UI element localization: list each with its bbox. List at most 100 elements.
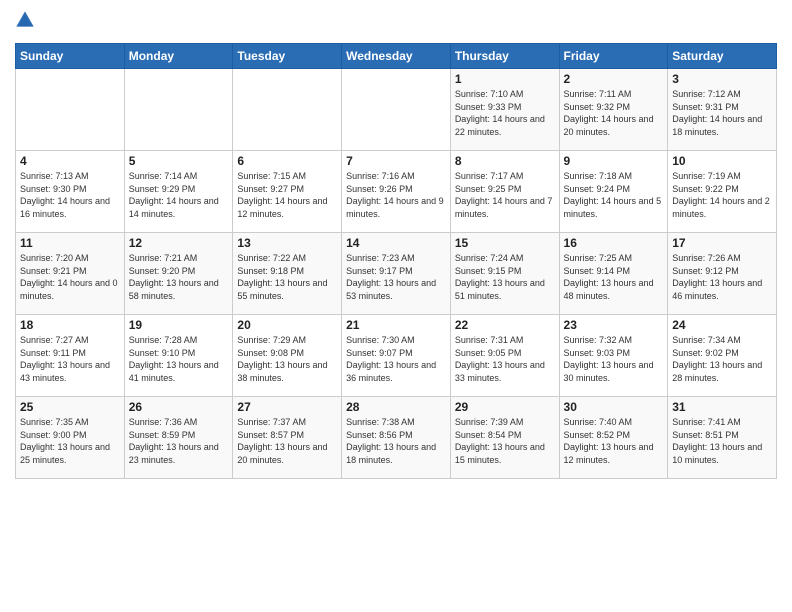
header-area xyxy=(15,10,777,35)
calendar-cell: 14 Sunrise: 7:23 AMSunset: 9:17 PMDayligh… xyxy=(342,233,451,315)
calendar-cell: 29 Sunrise: 7:39 AMSunset: 8:54 PMDayligh… xyxy=(450,397,559,479)
day-info: Sunrise: 7:39 AMSunset: 8:54 PMDaylight:… xyxy=(455,416,555,466)
calendar-cell: 9 Sunrise: 7:18 AMSunset: 9:24 PMDaylight… xyxy=(559,151,668,233)
day-info: Sunrise: 7:35 AMSunset: 9:00 PMDaylight:… xyxy=(20,416,120,466)
day-number: 18 xyxy=(20,318,120,332)
day-number: 20 xyxy=(237,318,337,332)
day-number: 26 xyxy=(129,400,229,414)
day-info: Sunrise: 7:22 AMSunset: 9:18 PMDaylight:… xyxy=(237,252,337,302)
calendar-week-4: 18Sunrise: 7:27 AMSunset: 9:11 PMDayligh… xyxy=(16,315,777,397)
calendar-cell xyxy=(16,69,125,151)
day-info: Sunrise: 7:36 AMSunset: 8:59 PMDaylight:… xyxy=(129,416,229,466)
calendar-cell: 31 Sunrise: 7:41 AMSunset: 8:51 PMDayligh… xyxy=(668,397,777,479)
weekday-header-saturday: Saturday xyxy=(668,44,777,69)
day-number: 4 xyxy=(20,154,120,168)
calendar-cell: 23 Sunrise: 7:32 AMSunset: 9:03 PMDayligh… xyxy=(559,315,668,397)
calendar-cell: 12 Sunrise: 7:21 AMSunset: 9:20 PMDayligh… xyxy=(124,233,233,315)
day-number: 2 xyxy=(564,72,664,86)
day-info: Sunrise: 7:23 AMSunset: 9:17 PMDaylight:… xyxy=(346,252,446,302)
calendar-table: SundayMondayTuesdayWednesdayThursdayFrid… xyxy=(15,43,777,479)
weekday-header-friday: Friday xyxy=(559,44,668,69)
day-info: Sunrise: 7:14 AMSunset: 9:29 PMDaylight:… xyxy=(129,170,229,220)
calendar-cell: 30 Sunrise: 7:40 AMSunset: 8:52 PMDayligh… xyxy=(559,397,668,479)
day-info: Sunrise: 7:18 AMSunset: 9:24 PMDaylight:… xyxy=(564,170,664,220)
calendar-cell: 7 Sunrise: 7:16 AMSunset: 9:26 PMDaylight… xyxy=(342,151,451,233)
day-number: 1 xyxy=(455,72,555,86)
day-number: 31 xyxy=(672,400,772,414)
day-info: Sunrise: 7:15 AMSunset: 9:27 PMDaylight:… xyxy=(237,170,337,220)
calendar-cell: 13 Sunrise: 7:22 AMSunset: 9:18 PMDayligh… xyxy=(233,233,342,315)
calendar-cell: 22 Sunrise: 7:31 AMSunset: 9:05 PMDayligh… xyxy=(450,315,559,397)
weekday-header-thursday: Thursday xyxy=(450,44,559,69)
day-info: Sunrise: 7:32 AMSunset: 9:03 PMDaylight:… xyxy=(564,334,664,384)
day-info: Sunrise: 7:30 AMSunset: 9:07 PMDaylight:… xyxy=(346,334,446,384)
day-number: 29 xyxy=(455,400,555,414)
calendar-cell: 1 Sunrise: 7:10 AMSunset: 9:33 PMDaylight… xyxy=(450,69,559,151)
day-number: 5 xyxy=(129,154,229,168)
calendar-cell xyxy=(342,69,451,151)
day-info: Sunrise: 7:13 AMSunset: 9:30 PMDaylight:… xyxy=(20,170,120,220)
day-info: Sunrise: 7:31 AMSunset: 9:05 PMDaylight:… xyxy=(455,334,555,384)
calendar-week-2: 4 Sunrise: 7:13 AMSunset: 9:30 PMDaylight… xyxy=(16,151,777,233)
calendar-cell: 24Sunrise: 7:34 AMSunset: 9:02 PMDayligh… xyxy=(668,315,777,397)
day-info: Sunrise: 7:24 AMSunset: 9:15 PMDaylight:… xyxy=(455,252,555,302)
weekday-header-wednesday: Wednesday xyxy=(342,44,451,69)
day-number: 12 xyxy=(129,236,229,250)
weekday-header-monday: Monday xyxy=(124,44,233,69)
day-number: 19 xyxy=(129,318,229,332)
calendar-cell: 19Sunrise: 7:28 AMSunset: 9:10 PMDayligh… xyxy=(124,315,233,397)
day-number: 14 xyxy=(346,236,446,250)
weekday-header-sunday: Sunday xyxy=(16,44,125,69)
day-info: Sunrise: 7:12 AMSunset: 9:31 PMDaylight:… xyxy=(672,88,772,138)
calendar-week-1: 1 Sunrise: 7:10 AMSunset: 9:33 PMDaylight… xyxy=(16,69,777,151)
calendar-cell: 18Sunrise: 7:27 AMSunset: 9:11 PMDayligh… xyxy=(16,315,125,397)
day-info: Sunrise: 7:26 AMSunset: 9:12 PMDaylight:… xyxy=(672,252,772,302)
day-info: Sunrise: 7:41 AMSunset: 8:51 PMDaylight:… xyxy=(672,416,772,466)
calendar-cell: 2 Sunrise: 7:11 AMSunset: 9:32 PMDaylight… xyxy=(559,69,668,151)
day-number: 9 xyxy=(564,154,664,168)
day-number: 10 xyxy=(672,154,772,168)
day-number: 22 xyxy=(455,318,555,332)
calendar-cell: 25 Sunrise: 7:35 AMSunset: 9:00 PMDayligh… xyxy=(16,397,125,479)
calendar-cell xyxy=(233,69,342,151)
day-number: 25 xyxy=(20,400,120,414)
day-number: 15 xyxy=(455,236,555,250)
day-number: 28 xyxy=(346,400,446,414)
day-number: 24 xyxy=(672,318,772,332)
day-number: 7 xyxy=(346,154,446,168)
calendar-cell: 28Sunrise: 7:38 AMSunset: 8:56 PMDayligh… xyxy=(342,397,451,479)
day-number: 3 xyxy=(672,72,772,86)
day-info: Sunrise: 7:17 AMSunset: 9:25 PMDaylight:… xyxy=(455,170,555,220)
page: SundayMondayTuesdayWednesdayThursdayFrid… xyxy=(0,0,792,612)
calendar-cell: 3 Sunrise: 7:12 AMSunset: 9:31 PMDaylight… xyxy=(668,69,777,151)
calendar-cell: 20Sunrise: 7:29 AMSunset: 9:08 PMDayligh… xyxy=(233,315,342,397)
day-info: Sunrise: 7:21 AMSunset: 9:20 PMDaylight:… xyxy=(129,252,229,302)
day-number: 23 xyxy=(564,318,664,332)
day-number: 17 xyxy=(672,236,772,250)
day-number: 21 xyxy=(346,318,446,332)
calendar-cell: 15 Sunrise: 7:24 AMSunset: 9:15 PMDayligh… xyxy=(450,233,559,315)
weekday-header-tuesday: Tuesday xyxy=(233,44,342,69)
calendar-cell: 17 Sunrise: 7:26 AMSunset: 9:12 PMDayligh… xyxy=(668,233,777,315)
calendar-cell: 8Sunrise: 7:17 AMSunset: 9:25 PMDaylight… xyxy=(450,151,559,233)
calendar-week-3: 11Sunrise: 7:20 AMSunset: 9:21 PMDayligh… xyxy=(16,233,777,315)
logo-icon xyxy=(15,10,35,35)
day-info: Sunrise: 7:20 AMSunset: 9:21 PMDaylight:… xyxy=(20,252,120,302)
day-info: Sunrise: 7:40 AMSunset: 8:52 PMDaylight:… xyxy=(564,416,664,466)
calendar-cell: 16 Sunrise: 7:25 AMSunset: 9:14 PMDayligh… xyxy=(559,233,668,315)
day-info: Sunrise: 7:11 AMSunset: 9:32 PMDaylight:… xyxy=(564,88,664,138)
day-number: 13 xyxy=(237,236,337,250)
calendar-cell: 27Sunrise: 7:37 AMSunset: 8:57 PMDayligh… xyxy=(233,397,342,479)
calendar-cell: 10 Sunrise: 7:19 AMSunset: 9:22 PMDayligh… xyxy=(668,151,777,233)
calendar-week-5: 25 Sunrise: 7:35 AMSunset: 9:00 PMDayligh… xyxy=(16,397,777,479)
day-info: Sunrise: 7:19 AMSunset: 9:22 PMDaylight:… xyxy=(672,170,772,220)
day-info: Sunrise: 7:16 AMSunset: 9:26 PMDaylight:… xyxy=(346,170,446,220)
day-number: 16 xyxy=(564,236,664,250)
calendar-cell: 21 Sunrise: 7:30 AMSunset: 9:07 PMDayligh… xyxy=(342,315,451,397)
calendar-cell: 26 Sunrise: 7:36 AMSunset: 8:59 PMDayligh… xyxy=(124,397,233,479)
calendar-cell: 4 Sunrise: 7:13 AMSunset: 9:30 PMDaylight… xyxy=(16,151,125,233)
day-info: Sunrise: 7:25 AMSunset: 9:14 PMDaylight:… xyxy=(564,252,664,302)
day-number: 30 xyxy=(564,400,664,414)
day-info: Sunrise: 7:10 AMSunset: 9:33 PMDaylight:… xyxy=(455,88,555,138)
day-number: 6 xyxy=(237,154,337,168)
